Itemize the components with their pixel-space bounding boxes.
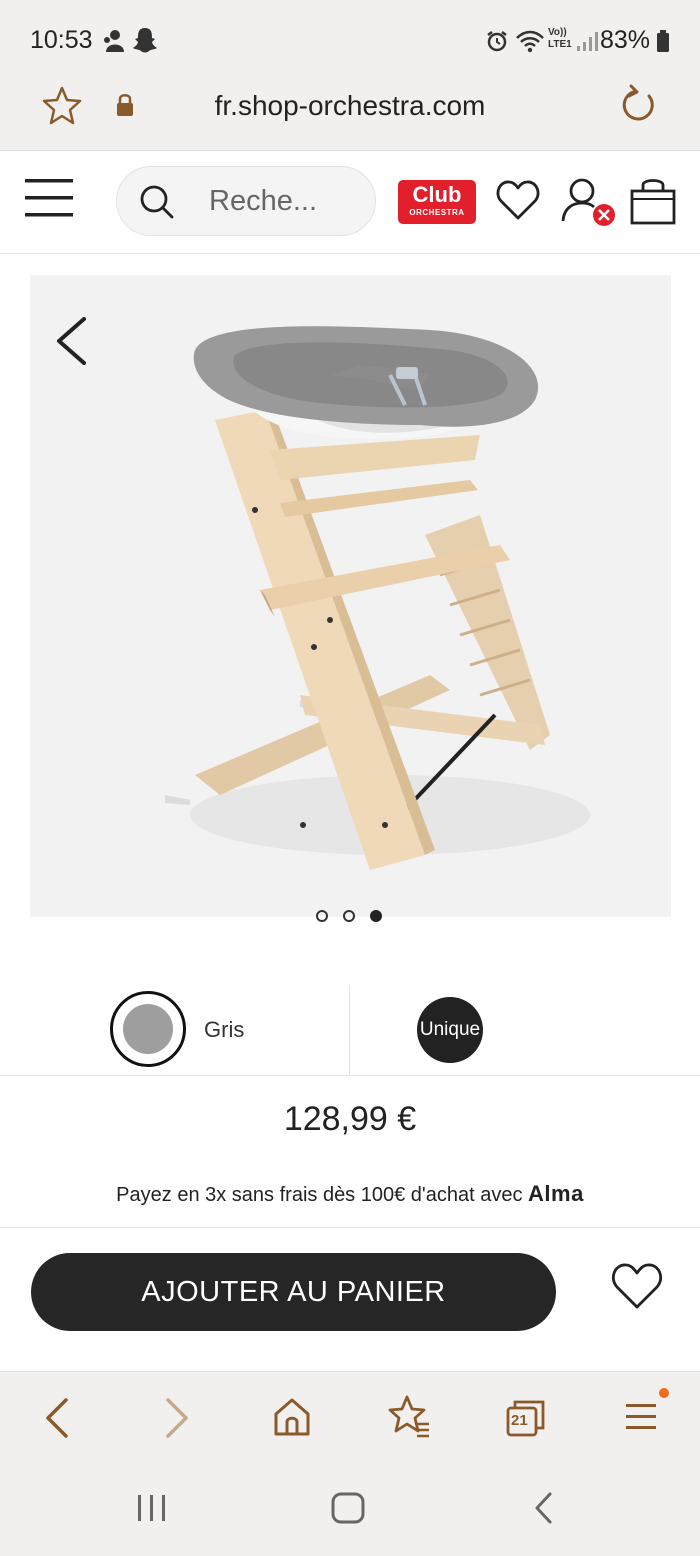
back-arrow-icon[interactable]	[42, 1396, 72, 1440]
bookmarks-icon[interactable]	[387, 1394, 431, 1438]
size-option-unique[interactable]: Unique	[417, 997, 483, 1063]
status-time: 10:53	[30, 26, 93, 54]
gallery-prev-arrow-icon[interactable]	[54, 317, 88, 365]
shopping-bag-icon[interactable]	[628, 177, 678, 227]
product-wishlist-heart-icon[interactable]	[611, 1261, 663, 1311]
divider	[0, 1227, 700, 1228]
wishlist-heart-icon[interactable]	[496, 178, 540, 222]
color-swatch-selector[interactable]	[110, 991, 186, 1067]
hamburger-menu-icon[interactable]	[25, 178, 73, 218]
menu-notification-badge	[659, 1388, 669, 1398]
add-to-cart-button[interactable]: AJOUTER AU PANIER	[31, 1253, 556, 1331]
color-label: Gris	[204, 1017, 245, 1042]
browser-url-bar: fr.shop-orchestra.com	[0, 80, 700, 151]
snapchat-icon	[133, 28, 157, 53]
battery-icon	[657, 30, 669, 52]
tabs-button[interactable]: 21	[505, 1398, 545, 1438]
options-divider	[349, 985, 350, 1075]
reload-icon[interactable]	[617, 84, 659, 126]
gallery-dot-3-active[interactable]	[370, 910, 382, 922]
color-swatch-grey	[123, 1004, 173, 1054]
wifi-icon	[516, 30, 544, 53]
gallery-dot-1[interactable]	[316, 910, 328, 922]
system-navigation-bar	[0, 1463, 700, 1556]
browser-toolbar: 21	[0, 1371, 700, 1464]
recent-apps-icon[interactable]	[135, 1493, 169, 1523]
home-nav-icon[interactable]	[330, 1491, 366, 1525]
site-header: Reche... Club ORCHESTRA	[0, 151, 700, 254]
gallery-dot-2[interactable]	[343, 910, 355, 922]
home-icon[interactable]	[272, 1396, 312, 1438]
status-bar: 10:53 Vo)) LTE1 83%	[0, 0, 700, 80]
battery-percent: 83%	[599, 26, 650, 54]
search-icon	[140, 185, 174, 219]
browser-menu-icon[interactable]	[624, 1400, 660, 1434]
club-logo-line1: Club	[412, 182, 462, 207]
alarm-icon	[487, 31, 507, 52]
product-image-gallery[interactable]	[30, 275, 671, 917]
club-logo-line2: ORCHESTRA	[409, 208, 465, 217]
forward-arrow-icon[interactable]	[162, 1396, 192, 1440]
volte-label: Vo))	[548, 27, 567, 38]
back-nav-icon[interactable]	[532, 1491, 556, 1525]
tab-count: 21	[511, 1412, 528, 1429]
account-icon[interactable]	[560, 177, 618, 229]
url-text[interactable]: fr.shop-orchestra.com	[0, 90, 700, 122]
club-orchestra-logo[interactable]: Club ORCHESTRA	[398, 180, 476, 224]
lte-label: LTE1	[548, 39, 572, 50]
search-placeholder: Reche...	[209, 185, 317, 217]
alma-brand: Alma	[528, 1181, 584, 1206]
notification-icon	[104, 30, 124, 52]
product-price: 128,99 €	[283, 1100, 417, 1138]
product-options: Gris Unique	[0, 985, 700, 1076]
search-box[interactable]: Reche...	[116, 166, 376, 236]
product-image	[165, 326, 590, 870]
installment-info: Payez en 3x sans frais dès 100€ d'achat …	[0, 1181, 700, 1207]
installment-text: Payez en 3x sans frais dès 100€ d'achat …	[116, 1184, 523, 1206]
signal-icon	[577, 32, 598, 51]
